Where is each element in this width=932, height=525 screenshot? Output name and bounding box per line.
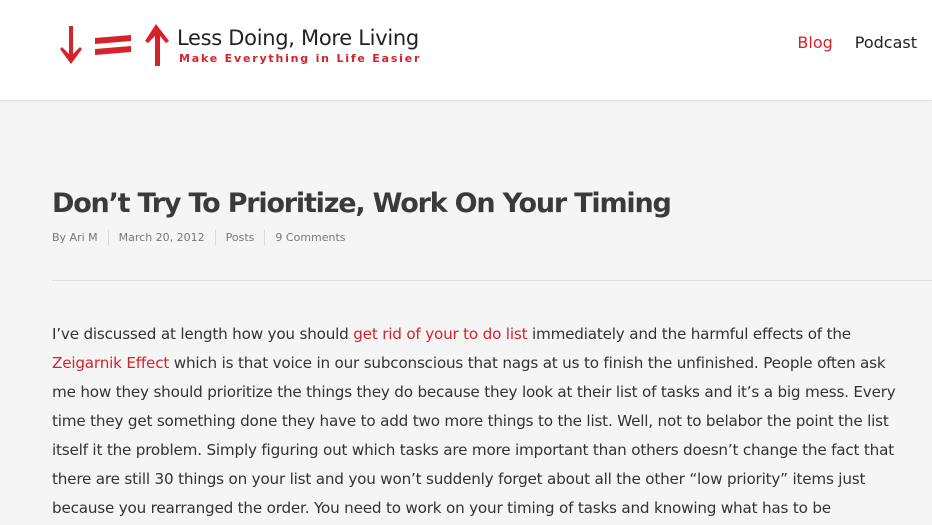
main-nav: Blog Podcast — [797, 33, 917, 52]
link-zeigarnik-effect[interactable]: Zeigarnik Effect — [52, 354, 169, 372]
post-meta: By Ari M March 20, 2012 Posts 9 Comments — [52, 230, 356, 245]
post-author[interactable]: By Ari M — [52, 230, 108, 245]
post-body: I’ve discussed at length how you should … — [52, 320, 912, 523]
link-get-rid-of-todo-list[interactable]: get rid of your to do list — [353, 325, 527, 343]
post-title: Don’t Try To Prioritize, Work On Your Ti… — [52, 188, 672, 219]
logo-text: Less Doing, More Living Make Everything … — [177, 25, 421, 66]
post-category[interactable]: Posts — [214, 230, 265, 245]
post-comments-count[interactable]: 9 Comments — [264, 230, 355, 245]
site-tagline: Make Everything in Life Easier — [179, 51, 422, 65]
nav-item-podcast[interactable]: Podcast — [855, 33, 917, 52]
logo-mark-icon — [60, 24, 169, 66]
post-date[interactable]: March 20, 2012 — [107, 230, 215, 245]
body-text-2: immediately and the harmful effects of t… — [527, 325, 851, 343]
nav-item-blog[interactable]: Blog — [797, 33, 832, 52]
site-header: Less Doing, More Living Make Everything … — [0, 0, 932, 101]
site-title: Less Doing, More Living — [177, 25, 419, 50]
body-text-3: which is that voice in our subconscious … — [52, 354, 896, 517]
meta-divider — [52, 280, 932, 281]
body-text-1: I’ve discussed at length how you should — [52, 325, 354, 343]
site-logo[interactable]: Less Doing, More Living Make Everything … — [55, 20, 421, 70]
